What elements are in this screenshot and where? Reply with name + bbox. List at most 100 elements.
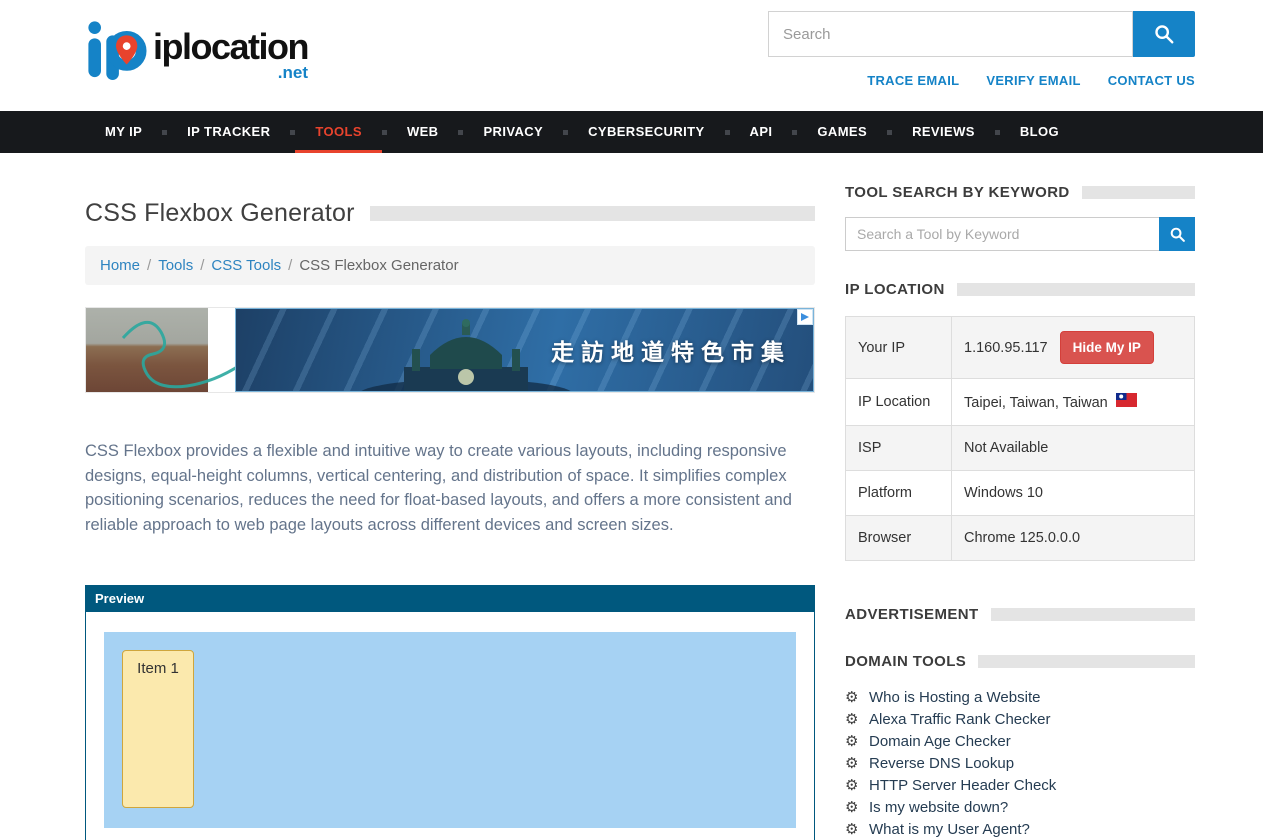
- preview-panel: Preview Item 1: [85, 585, 815, 840]
- breadcrumb-current: CSS Flexbox Generator: [299, 257, 458, 274]
- ad-headline: 走訪地道特色市集: [551, 333, 791, 367]
- header-links: TRACE EMAIL VERIFY EMAIL CONTACT US: [768, 73, 1195, 88]
- tool-search-button[interactable]: [1159, 217, 1195, 251]
- verify-email-link[interactable]: VERIFY EMAIL: [986, 73, 1080, 88]
- logo-icon: [85, 15, 147, 81]
- breadcrumb-tools[interactable]: Tools: [158, 257, 193, 274]
- main-nav: MY IP IP TRACKER TOOLS WEB PRIVACY CYBER…: [0, 111, 1263, 153]
- contact-us-link[interactable]: CONTACT US: [1108, 73, 1195, 88]
- sidebar: TOOL SEARCH BY KEYWORD IP LOCATION Your …: [845, 153, 1195, 840]
- domain-tool-link-reverse-dns[interactable]: Reverse DNS Lookup: [869, 755, 1014, 772]
- nav-item-tools[interactable]: TOOLS: [295, 111, 382, 153]
- row-label: Browser: [846, 516, 952, 561]
- browser-value: Chrome 125.0.0.0: [952, 516, 1195, 561]
- ip-location-value: Taipei, Taiwan, Taiwan: [964, 395, 1108, 411]
- domain-tool-link-http-header[interactable]: HTTP Server Header Check: [869, 777, 1056, 794]
- ip-location-table: Your IP 1.160.95.117 Hide My IP IP Locat…: [845, 316, 1195, 561]
- nav-item-api[interactable]: API: [730, 111, 793, 153]
- row-label: IP Location: [846, 379, 952, 426]
- gear-icon: ⚙: [845, 732, 869, 750]
- page-title: CSS Flexbox Generator: [85, 199, 355, 228]
- breadcrumb: Home / Tools / CSS Tools / CSS Flexbox Generat…: [85, 246, 815, 285]
- adchoices-icon[interactable]: [797, 309, 813, 325]
- your-ip-value: 1.160.95.117: [964, 340, 1048, 356]
- list-item: ⚙ Who is Hosting a Website: [845, 686, 1195, 708]
- header-search-button[interactable]: [1133, 11, 1195, 57]
- breadcrumb-css-tools[interactable]: CSS Tools: [211, 257, 281, 274]
- row-label: ISP: [846, 426, 952, 471]
- list-item: ⚙ Reverse DNS Lookup: [845, 752, 1195, 774]
- preview-panel-header: Preview: [86, 586, 814, 612]
- search-icon: [1153, 23, 1175, 45]
- domain-tools-list: ⚙ Who is Hosting a Website ⚙ Alexa Traff…: [845, 686, 1195, 840]
- gear-icon: ⚙: [845, 776, 869, 794]
- header-search-form: [768, 11, 1195, 57]
- nav-item-my-ip[interactable]: MY IP: [85, 111, 162, 153]
- domain-tool-link-hosting[interactable]: Who is Hosting a Website: [869, 689, 1040, 706]
- list-item: ⚙ Is my website down?: [845, 796, 1195, 818]
- flexbox-preview-container: Item 1: [104, 632, 796, 828]
- breadcrumb-separator: /: [200, 257, 204, 274]
- table-row-your-ip: Your IP 1.160.95.117 Hide My IP: [846, 317, 1195, 379]
- nav-item-web[interactable]: WEB: [387, 111, 459, 153]
- list-item: ⚙ Domain Age Checker: [845, 730, 1195, 752]
- header-search-input[interactable]: [768, 11, 1133, 57]
- gear-icon: ⚙: [845, 688, 869, 706]
- preview-panel-body: Item 1: [86, 612, 814, 840]
- page-description: CSS Flexbox provides a flexible and intu…: [85, 439, 815, 537]
- heading-decorative-bar: [991, 608, 1195, 621]
- nav-item-cybersecurity[interactable]: CYBERSECURITY: [568, 111, 724, 153]
- site-header: iplocation .net TRACE EMAIL VERIFY EMAIL…: [0, 0, 1263, 111]
- table-row-browser: Browser Chrome 125.0.0.0: [846, 516, 1195, 561]
- domain-tool-link-website-down[interactable]: Is my website down?: [869, 799, 1008, 816]
- list-item: ⚙ HTTP Server Header Check: [845, 774, 1195, 796]
- ad-creative-image: 走訪地道特色市集: [235, 308, 814, 392]
- logo-text: iplocation: [153, 29, 308, 65]
- trace-email-link[interactable]: TRACE EMAIL: [867, 73, 959, 88]
- row-label: Platform: [846, 471, 952, 516]
- platform-value: Windows 10: [952, 471, 1195, 516]
- isp-value: Not Available: [952, 426, 1195, 471]
- tool-search-form: [845, 217, 1195, 251]
- list-item: ⚙ Alexa Traffic Rank Checker: [845, 708, 1195, 730]
- nav-item-reviews[interactable]: REVIEWS: [892, 111, 995, 153]
- domain-tool-link-alexa-rank[interactable]: Alexa Traffic Rank Checker: [869, 711, 1050, 728]
- main-content: CSS Flexbox Generator Home / Tools / CSS Too…: [85, 153, 815, 840]
- heading-decorative-bar: [1082, 186, 1195, 199]
- ad-dome-building: [356, 315, 576, 392]
- taiwan-flag-icon: [1116, 393, 1137, 411]
- domain-tool-link-domain-age[interactable]: Domain Age Checker: [869, 733, 1011, 750]
- domain-tool-link-user-agent[interactable]: What is my User Agent?: [869, 821, 1030, 838]
- advertisement-heading: ADVERTISEMENT: [845, 606, 1195, 623]
- site-logo[interactable]: iplocation .net: [85, 15, 308, 83]
- domain-tools-heading: DOMAIN TOOLS: [845, 653, 1195, 670]
- logo-wordmark: iplocation .net: [153, 15, 308, 83]
- breadcrumb-separator: /: [147, 257, 151, 274]
- search-icon: [1169, 226, 1186, 243]
- heading-decorative-bar: [957, 283, 1195, 296]
- ip-location-heading: IP LOCATION: [845, 281, 1195, 298]
- breadcrumb-separator: /: [288, 257, 292, 274]
- table-row-platform: Platform Windows 10: [846, 471, 1195, 516]
- advertisement-banner[interactable]: 走訪地道特色市集: [85, 307, 815, 393]
- nav-item-ip-tracker[interactable]: IP TRACKER: [167, 111, 290, 153]
- table-row-ip-location: IP Location Taipei, Taiwan, Taiwan: [846, 379, 1195, 426]
- gear-icon: ⚙: [845, 710, 869, 728]
- table-row-isp: ISP Not Available: [846, 426, 1195, 471]
- tool-search-input[interactable]: [845, 217, 1159, 251]
- list-item: ⚙ What is my User Agent?: [845, 818, 1195, 840]
- nav-item-games[interactable]: GAMES: [797, 111, 887, 153]
- breadcrumb-home[interactable]: Home: [100, 257, 140, 274]
- gear-icon: ⚙: [845, 798, 869, 816]
- ad-gap: [208, 308, 235, 392]
- heading-decorative-bar: [978, 655, 1195, 668]
- header-right: TRACE EMAIL VERIFY EMAIL CONTACT US: [768, 11, 1195, 88]
- gear-icon: ⚙: [845, 820, 869, 838]
- nav-item-privacy[interactable]: PRIVACY: [463, 111, 563, 153]
- ad-thumbnail-image: [86, 308, 208, 392]
- hide-my-ip-button[interactable]: Hide My IP: [1060, 331, 1154, 364]
- tool-search-heading: TOOL SEARCH BY KEYWORD: [845, 184, 1195, 201]
- gear-icon: ⚙: [845, 754, 869, 772]
- nav-item-blog[interactable]: BLOG: [1000, 111, 1079, 153]
- row-label: Your IP: [846, 317, 952, 379]
